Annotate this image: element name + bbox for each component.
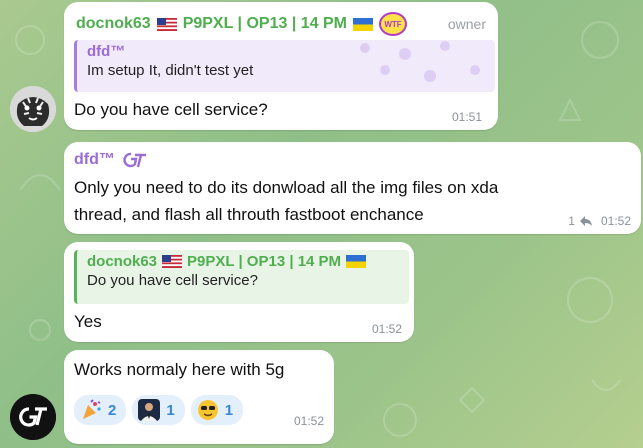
message-bubble[interactable]: docnok63 P9PXL | OP13 | 14 PM WTF owner … bbox=[64, 2, 498, 130]
message-time: 01:51 bbox=[451, 110, 482, 124]
sender-name[interactable]: dfd™ bbox=[74, 151, 147, 169]
reaction-count: 2 bbox=[108, 401, 117, 419]
message-bubble[interactable]: Works normaly here with 5g 2 1 1 01:52 bbox=[64, 350, 334, 444]
replies-count: 1 bbox=[568, 214, 575, 228]
us-flag-icon bbox=[156, 17, 177, 31]
message-text: Works normaly here with 5g bbox=[74, 360, 285, 379]
message-bubble[interactable]: docnok63 P9PXL | OP13 | 14 PM Do you hav… bbox=[64, 242, 414, 342]
user-avatar[interactable] bbox=[10, 394, 56, 440]
reply-quote[interactable]: docnok63 P9PXL | OP13 | 14 PM Do you hav… bbox=[74, 250, 409, 304]
message-text: Yes bbox=[74, 312, 102, 331]
sender-username: docnok63 bbox=[76, 15, 151, 32]
gt-logo-icon bbox=[10, 394, 56, 440]
user-avatar[interactable] bbox=[10, 86, 56, 132]
cool-face-icon bbox=[197, 400, 218, 420]
message-bubble[interactable]: dfd™ Only you need to do its donwload al… bbox=[64, 142, 641, 234]
person-photo-icon bbox=[138, 399, 161, 421]
gt-logo-icon bbox=[123, 152, 146, 168]
sender-tags: P9PXL | OP13 | 14 PM bbox=[182, 15, 347, 32]
message-text: Do you have cell service? bbox=[74, 100, 268, 119]
reply-author-tags: P9PXL | OP13 | 14 PM bbox=[187, 253, 342, 270]
message-text-line-2: thread, and flash all throuth fastboot e… bbox=[74, 205, 424, 224]
reaction-count: 1 bbox=[166, 401, 175, 419]
reply-author: docnok63 P9PXL | OP13 | 14 PM bbox=[87, 253, 401, 270]
wtf-badge: WTF bbox=[378, 12, 407, 36]
reply-arrow-icon[interactable] bbox=[579, 215, 593, 227]
message-text-line-1: Only you need to do its donwload all the… bbox=[74, 178, 499, 197]
reaction-person[interactable]: 1 bbox=[132, 395, 185, 425]
ukraine-flag-icon bbox=[346, 255, 367, 268]
reaction-party[interactable]: 2 bbox=[74, 395, 127, 425]
reactions-row: 2 1 1 bbox=[74, 395, 244, 425]
reply-text: Do you have cell service? bbox=[87, 272, 258, 289]
tiger-avatar-icon bbox=[10, 86, 56, 132]
message-meta: 1 01:52 bbox=[568, 214, 631, 228]
reaction-count: 1 bbox=[224, 401, 234, 419]
message-time: 01:52 bbox=[293, 414, 324, 428]
message-time: 01:52 bbox=[600, 214, 631, 228]
sender-username: dfd™ bbox=[74, 151, 115, 168]
us-flag-icon bbox=[162, 255, 183, 268]
reply-quote[interactable]: dfd™ Im setup It, didn't test yet bbox=[74, 40, 495, 92]
reaction-cool[interactable]: 1 bbox=[190, 395, 244, 425]
party-popper-icon bbox=[83, 399, 101, 419]
owner-label: owner bbox=[447, 16, 486, 32]
reply-author-name: docnok63 bbox=[87, 253, 158, 270]
message-time: 01:52 bbox=[371, 322, 402, 336]
ukraine-flag-icon bbox=[352, 17, 373, 31]
sender-name[interactable]: docnok63 P9PXL | OP13 | 14 PM WTF owner bbox=[76, 12, 486, 36]
reply-pattern-icon bbox=[360, 41, 480, 82]
